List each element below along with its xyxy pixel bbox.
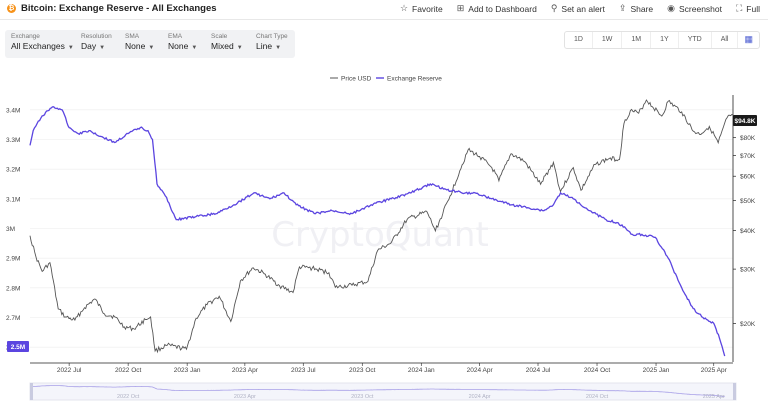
right-tick-label: $60K: [740, 174, 756, 181]
navigator-tick-label: 2023 Apr: [234, 394, 256, 400]
x-tick-label: 2023 Apr: [232, 367, 259, 374]
reserve-last-value: 2.5M: [11, 344, 25, 351]
legend-reserve-label[interactable]: Exchange Reserve: [387, 76, 442, 83]
x-tick-label: 2024 Apr: [467, 367, 494, 374]
left-tick-label: 3.3M: [6, 137, 20, 144]
navigator-left-handle[interactable]: [30, 383, 33, 400]
x-tick-label: 2024 Oct: [584, 367, 611, 374]
left-tick-label: 3M: [6, 226, 15, 233]
navigator-tick-label: 2024 Apr: [469, 394, 491, 400]
right-axis: $20K$30K$40K$50K$60K$70K$80K$90K: [732, 95, 756, 362]
navigator-tick-label: 2024 Oct: [586, 394, 609, 400]
x-tick-label: 2025 Jan: [643, 367, 670, 374]
navigator-tick-label: 2022 Oct: [117, 394, 140, 400]
x-tick-label: 2023 Jan: [174, 367, 201, 374]
x-tick-label: 2023 Jul: [291, 367, 316, 374]
price-last-value-badge: $94.8K: [733, 115, 757, 126]
x-tick-label: 2024 Jan: [408, 367, 435, 374]
left-tick-label: 3.2M: [6, 167, 20, 174]
reserve-last-value-badge: 2.5M: [7, 341, 29, 352]
left-tick-label: 3.4M: [6, 107, 20, 114]
right-tick-label: $30K: [740, 267, 756, 274]
right-tick-label: $20K: [740, 321, 756, 328]
x-tick-label: 2025 Apr: [701, 367, 728, 374]
left-axis: 2.6M2.7M2.8M2.9M3M3.1M3.2M3.3M3.4M: [6, 107, 20, 351]
x-axis: 2022 Jul 2022 Oct 2023 Jan 2023 Apr 2023 Jul…: [30, 362, 733, 374]
left-tick-label: 2.8M: [6, 285, 20, 292]
chart-legend: Price USD Exchange Reserve: [330, 76, 442, 83]
x-tick-label: 2022 Jul: [57, 367, 82, 374]
chart-canvas: CryptoQuant Price USD Exchange Reserve 2…: [6, 76, 757, 401]
price-last-value: $94.8K: [735, 118, 756, 125]
x-tick-label: 2024 Jul: [526, 367, 551, 374]
right-tick-label: $50K: [740, 198, 756, 205]
legend-price-label[interactable]: Price USD: [341, 76, 372, 83]
navigator-tick-label: 2025 Apr: [703, 394, 725, 400]
right-tick-label: $40K: [740, 228, 756, 235]
x-tick-label: 2023 Oct: [349, 367, 376, 374]
left-tick-label: 3.1M: [6, 196, 20, 203]
right-tick-label: $80K: [740, 135, 756, 142]
left-tick-label: 2.7M: [6, 315, 20, 322]
x-tick-label: 2022 Oct: [115, 367, 142, 374]
right-tick-label: $70K: [740, 153, 756, 160]
navigator[interactable]: 2022 Oct 2023 Apr 2023 Oct 2024 Apr 2024 Oct…: [29, 382, 737, 401]
left-tick-label: 2.9M: [6, 256, 20, 263]
navigator-right-handle[interactable]: [733, 383, 736, 400]
navigator-tick-label: 2023 Oct: [351, 394, 374, 400]
